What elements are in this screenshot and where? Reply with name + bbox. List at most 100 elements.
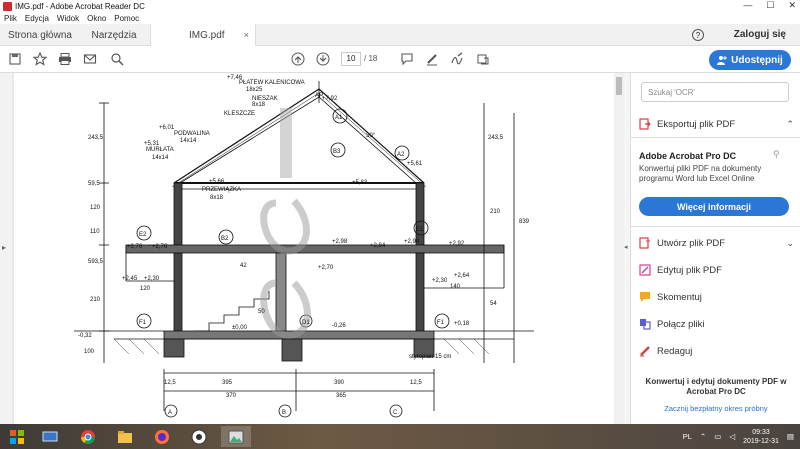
sign-icon[interactable] bbox=[450, 52, 464, 66]
drawing-label: E2 bbox=[139, 232, 147, 238]
taskbar-file-explorer[interactable] bbox=[110, 426, 140, 447]
drawing-label: A1 bbox=[335, 115, 343, 121]
close-tab-icon[interactable]: × bbox=[244, 30, 249, 40]
drawing-label: 210 bbox=[90, 297, 101, 303]
title-bar: IMG.pdf - Adobe Acrobat Reader DC — ☐ ✕ bbox=[0, 0, 800, 12]
drawing-label: 42 bbox=[240, 263, 247, 269]
drawing-label: +2,98 bbox=[332, 239, 348, 245]
image-viewer-icon bbox=[228, 430, 244, 443]
tool-combine[interactable]: Połącz pliki bbox=[639, 316, 794, 332]
drawing-label: B bbox=[282, 410, 286, 416]
page-number-input[interactable]: 10 bbox=[341, 52, 361, 66]
drawing-label: PŁATEW KALENICOWA bbox=[239, 80, 305, 86]
drawing-label: B2 bbox=[221, 236, 229, 242]
notifications-icon[interactable]: ▤ bbox=[787, 432, 794, 441]
menu-window[interactable]: Okno bbox=[87, 14, 106, 23]
drawing-label: 50 bbox=[258, 309, 265, 315]
email-icon[interactable] bbox=[83, 52, 97, 66]
tool-label: Skomentuj bbox=[657, 291, 702, 303]
promo-title: Adobe Acrobat Pro DC bbox=[639, 151, 737, 161]
clock[interactable]: 09:33 2019-12-31 bbox=[743, 428, 779, 446]
sign-in-link[interactable]: Zaloguj się bbox=[734, 29, 786, 40]
menu-file[interactable]: Plik bbox=[4, 14, 17, 23]
more-info-button[interactable]: Więcej informacji bbox=[639, 197, 789, 216]
highlight-pen-icon[interactable] bbox=[425, 52, 439, 66]
collapse-right-icon: ◂ bbox=[624, 244, 628, 251]
tray-up-arrow-icon[interactable]: ⌃ bbox=[700, 432, 706, 441]
tool-create-pdf[interactable]: Utwórz plik PDF ⌄ bbox=[639, 235, 794, 251]
drawing-label: 100 bbox=[84, 349, 95, 355]
drawing-label: 14x14 bbox=[152, 155, 169, 161]
share-button[interactable]: Udostępnij bbox=[709, 50, 791, 70]
zoom-search-icon[interactable] bbox=[110, 52, 124, 66]
free-trial-link[interactable]: Zacznij bezpłatny okres próbny bbox=[631, 404, 800, 413]
architectural-section-drawing: +7,46 PŁATEW KALENICOWA 18x25 NIESZAK 8x… bbox=[74, 75, 534, 418]
previous-page-icon[interactable] bbox=[291, 52, 305, 66]
taskbar-firefox[interactable] bbox=[147, 426, 177, 447]
chevron-up-icon[interactable]: ⌃ bbox=[786, 119, 794, 130]
drawing-label: 370 bbox=[226, 393, 237, 399]
desktop-icon bbox=[42, 431, 58, 441]
system-tray: PL ⌃ ▭ ◁ 09:33 2019-12-31 ▤ bbox=[683, 426, 794, 447]
windows-taskbar: PL ⌃ ▭ ◁ 09:33 2019-12-31 ▤ bbox=[0, 424, 800, 449]
chrome-icon bbox=[81, 429, 95, 444]
pdf-page: +7,46 PŁATEW KALENICOWA 18x25 NIESZAK 8x… bbox=[14, 73, 614, 424]
tool-label: Edytuj plik PDF bbox=[657, 264, 722, 276]
drawing-label: +0,18 bbox=[454, 321, 470, 327]
taskbar-app[interactable] bbox=[184, 426, 214, 447]
tab-tools[interactable]: Narzędzia bbox=[80, 24, 148, 46]
page-separator: / bbox=[364, 54, 367, 63]
language-indicator[interactable]: PL bbox=[683, 432, 692, 441]
maximize-button[interactable]: ☐ bbox=[766, 0, 774, 11]
bookmark-star-icon[interactable] bbox=[33, 52, 47, 66]
minimize-button[interactable]: — bbox=[743, 0, 752, 11]
menu-view[interactable]: Widok bbox=[57, 14, 79, 23]
tool-redact[interactable]: Redaguj bbox=[639, 343, 794, 359]
bottom-promo-text: Konwertuj i edytuj dokumenty PDF w Acrob… bbox=[645, 377, 787, 396]
divider bbox=[631, 137, 800, 138]
menu-help[interactable]: Pomoc bbox=[114, 14, 139, 23]
tool-label: Utwórz plik PDF bbox=[657, 237, 726, 249]
volume-icon[interactable]: ◁ bbox=[729, 432, 735, 441]
windows-logo-icon bbox=[10, 429, 24, 444]
chevron-down-icon[interactable]: ⌄ bbox=[786, 238, 794, 249]
scrollbar-thumb[interactable] bbox=[616, 77, 622, 95]
drawing-label: PRZEWIĄZKA bbox=[202, 187, 241, 193]
taskbar-show-desktop[interactable] bbox=[35, 426, 65, 447]
vertical-scrollbar[interactable] bbox=[614, 73, 624, 424]
window-title: IMG.pdf - Adobe Acrobat Reader DC bbox=[15, 1, 145, 11]
more-tools-icon[interactable] bbox=[476, 52, 490, 66]
start-button[interactable] bbox=[3, 427, 31, 446]
firefox-icon bbox=[155, 429, 169, 444]
drawing-label: 12,5 bbox=[164, 380, 176, 386]
drawing-label: 120 bbox=[140, 286, 151, 292]
drawing-label: 18x25 bbox=[246, 87, 263, 93]
drawing-label: +6,01 bbox=[159, 125, 175, 131]
tool-edit-pdf[interactable]: Edytuj plik PDF bbox=[639, 262, 794, 278]
export-pdf-item[interactable]: Eksportuj plik PDF ⌃ bbox=[639, 116, 794, 132]
taskbar-acrobat[interactable] bbox=[221, 426, 251, 447]
tools-search-input[interactable]: Szukaj 'OCR' bbox=[641, 82, 789, 102]
close-window-button[interactable]: ✕ bbox=[788, 0, 796, 11]
network-icon[interactable]: ▭ bbox=[714, 432, 721, 441]
tool-comment[interactable]: Skomentuj bbox=[639, 289, 794, 305]
drawing-label: ±0,00 bbox=[232, 325, 248, 331]
share-person-icon bbox=[717, 56, 728, 65]
tool-label: Połącz pliki bbox=[657, 318, 705, 330]
drawing-label: 59,5 bbox=[88, 181, 100, 187]
tab-document[interactable]: IMG.pdf × bbox=[150, 24, 256, 46]
save-icon[interactable] bbox=[8, 52, 22, 66]
drawing-label: styropian 15 cm bbox=[409, 354, 451, 360]
drawing-label: D1 bbox=[302, 320, 310, 326]
help-icon[interactable]: ? bbox=[692, 29, 704, 41]
taskbar-chrome[interactable] bbox=[73, 426, 103, 447]
comment-icon[interactable] bbox=[400, 52, 414, 66]
menu-edit[interactable]: Edycja bbox=[25, 14, 49, 23]
page-total-label: / 18 bbox=[364, 54, 377, 63]
pin-icon[interactable]: ⚲ bbox=[773, 149, 780, 160]
next-page-icon[interactable] bbox=[316, 52, 330, 66]
drawing-label: 243,5 bbox=[488, 135, 504, 141]
print-icon[interactable] bbox=[58, 52, 72, 66]
tab-home[interactable]: Strona główna bbox=[0, 24, 80, 46]
left-panel-toggle[interactable]: ▸ bbox=[0, 73, 12, 424]
